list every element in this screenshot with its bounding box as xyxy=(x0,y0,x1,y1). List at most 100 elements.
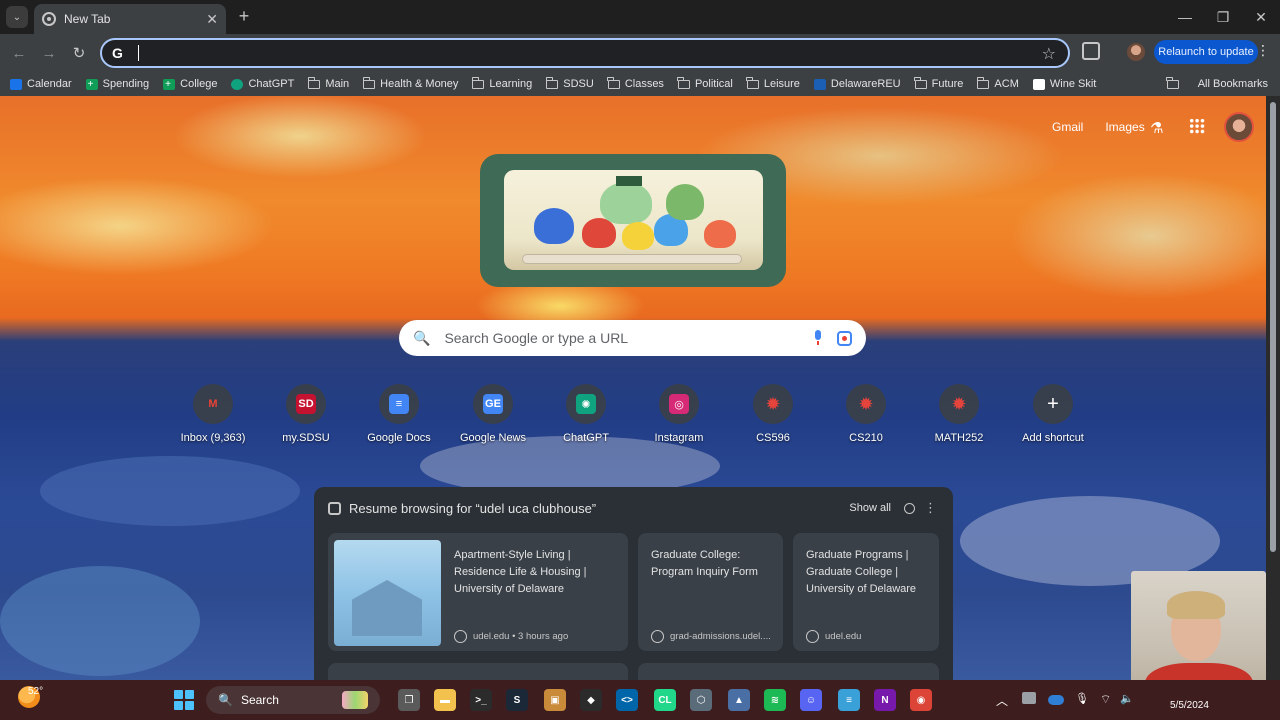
shortcut-label: Inbox (9,363) xyxy=(180,432,246,444)
resume-item[interactable]: Graduate Programs | Graduate College | U… xyxy=(793,533,939,651)
spotify-icon[interactable]: ≋ xyxy=(764,689,786,711)
close-window-button[interactable]: ✕ xyxy=(1242,0,1280,34)
bookmark-item[interactable]: College xyxy=(163,78,217,90)
profile-avatar-small[interactable] xyxy=(1127,43,1145,61)
chrome-menu-icon[interactable]: ⋮ xyxy=(1256,42,1270,59)
shortcut-label: CS210 xyxy=(849,432,883,444)
bookmark-item[interactable]: Spending xyxy=(85,78,150,90)
shortcut-tile[interactable]: ≡ Google Docs xyxy=(354,384,444,444)
text-cursor xyxy=(138,45,139,61)
bookmark-star-icon[interactable]: ☆ xyxy=(1042,44,1056,64)
tab-new-tab[interactable]: New Tab ✕ xyxy=(34,4,226,34)
tray-app-icon[interactable] xyxy=(1022,692,1036,704)
volume-icon[interactable]: 🔈 xyxy=(1120,692,1134,705)
task-view-icon[interactable]: ❐ xyxy=(398,689,420,711)
frog-illustration xyxy=(704,220,736,248)
diploma-scroll xyxy=(522,254,742,264)
tab-close-icon[interactable]: ✕ xyxy=(206,11,218,28)
shortcut-tile[interactable]: ✺ ChatGPT xyxy=(541,384,631,444)
shortcut-tile[interactable]: ✹ CS596 xyxy=(728,384,818,444)
more-options-icon[interactable]: ⋮ xyxy=(924,500,937,516)
clion-icon[interactable]: CL xyxy=(654,689,676,711)
voice-search-icon[interactable] xyxy=(813,330,823,346)
reload-button[interactable]: ↻ xyxy=(68,42,90,64)
forward-button[interactable]: → xyxy=(38,42,60,64)
ntp-search-box[interactable]: 🔍 Search Google or type a URL xyxy=(399,320,866,356)
canvas-icon: ✹ xyxy=(858,393,874,414)
onedrive-icon[interactable] xyxy=(1048,695,1064,705)
bookmark-item[interactable]: Leisure xyxy=(746,76,800,90)
page-scrollbar[interactable] xyxy=(1266,96,1280,680)
vscode-icon[interactable]: <> xyxy=(616,689,638,711)
address-bar[interactable]: G ☆ xyxy=(100,38,1070,68)
virtualbox-icon[interactable]: ⬡ xyxy=(690,689,712,711)
bookmark-item[interactable]: Political xyxy=(677,76,733,90)
discord-icon[interactable]: ☺ xyxy=(800,689,822,711)
bookmark-label: Spending xyxy=(102,78,150,90)
images-link[interactable]: Images xyxy=(1105,120,1144,134)
new-tab-button[interactable]: + xyxy=(234,6,254,26)
resume-item[interactable]: Graduate College: Program Inquiry Form g… xyxy=(638,533,783,651)
taskbar-date[interactable]: 5/5/2024 xyxy=(1170,700,1209,711)
photos-icon[interactable]: ▲ xyxy=(728,689,750,711)
wifi-icon[interactable]: ⌔ xyxy=(1100,692,1111,707)
gmail-link[interactable]: Gmail xyxy=(1052,120,1083,134)
windows-start-icon[interactable] xyxy=(174,690,194,710)
steam-icon[interactable]: S xyxy=(506,689,528,711)
search-highlight-icon xyxy=(342,691,368,709)
maximize-button[interactable]: ❐ xyxy=(1204,0,1242,34)
bookmark-item[interactable]: Main xyxy=(307,76,349,90)
bookmark-item[interactable]: SDSU xyxy=(545,76,594,90)
relaunch-to-update-button[interactable]: Relaunch to update xyxy=(1154,40,1258,64)
folder-icon xyxy=(746,76,759,89)
show-all-link[interactable]: Show all xyxy=(849,502,891,514)
onenote-icon[interactable]: N xyxy=(874,689,896,711)
bookmark-item[interactable]: Calendar xyxy=(10,78,72,90)
alienware-icon[interactable]: ◆ xyxy=(580,689,602,711)
account-avatar[interactable] xyxy=(1224,112,1254,142)
google-apps-icon[interactable] xyxy=(1189,118,1205,134)
journey-icon xyxy=(328,502,341,515)
back-button[interactable]: ← xyxy=(8,42,30,64)
bookmark-item[interactable]: Wine Skit xyxy=(1032,78,1097,90)
file-explorer-icon[interactable]: ▬ xyxy=(434,689,456,711)
bookmark-item[interactable]: Health & Money xyxy=(362,76,458,90)
shortcut-tile[interactable]: SD my.SDSU xyxy=(261,384,351,444)
show-hidden-icons-icon[interactable]: ︿ xyxy=(996,692,1008,709)
extensions-icon[interactable] xyxy=(1082,42,1100,60)
all-bookmarks-button[interactable]: All Bookmarks xyxy=(1166,76,1268,90)
google-doodle[interactable] xyxy=(504,170,763,270)
chrome-icon[interactable]: ◉ xyxy=(910,689,932,711)
bookmark-item[interactable]: DelawareREU xyxy=(813,78,901,90)
shortcut-tile[interactable]: ✹ MATH252 xyxy=(914,384,1004,444)
chatgpt-icon xyxy=(231,78,244,90)
bookmark-item[interactable]: ACM xyxy=(976,76,1019,90)
bookmark-item[interactable]: Classes xyxy=(607,76,664,90)
shortcut-tile[interactable]: GE Google News xyxy=(448,384,538,444)
minimize-button[interactable]: — xyxy=(1166,0,1204,34)
chrome-favicon-icon xyxy=(42,12,56,26)
labs-icon[interactable]: ⚗ xyxy=(1150,119,1163,137)
tab-title: New Tab xyxy=(64,12,111,26)
shortcut-tile[interactable]: ◎ Instagram xyxy=(634,384,724,444)
resume-item[interactable]: Apartment-Style Living | Residence Life … xyxy=(328,533,628,651)
google-lens-icon[interactable] xyxy=(837,330,852,346)
google-icon: G xyxy=(112,45,123,61)
taskbar-search[interactable]: 🔍 Search xyxy=(206,686,380,714)
tab-search-button[interactable]: ⌄ xyxy=(6,6,28,28)
info-icon[interactable] xyxy=(904,503,915,514)
shortcut-tile[interactable]: ✹ CS210 xyxy=(821,384,911,444)
bookmark-item[interactable]: ChatGPT xyxy=(231,78,294,90)
bookmark-item[interactable]: Learning xyxy=(471,76,532,90)
bookmark-item[interactable]: Future xyxy=(914,76,963,90)
package-icon[interactable]: ▣ xyxy=(544,689,566,711)
resume-title: Resume browsing for “udel uca clubhouse” xyxy=(349,501,597,516)
scrollbar-thumb[interactable] xyxy=(1270,102,1276,552)
bookmark-label: Wine Skit xyxy=(1049,78,1097,90)
notepad-icon[interactable]: ≡ xyxy=(838,689,860,711)
microphone-icon[interactable]: 🎙 xyxy=(1075,692,1089,705)
terminal-icon[interactable]: >_ xyxy=(470,689,492,711)
shortcut-tile[interactable]: M Inbox (9,363) xyxy=(168,384,258,444)
shortcut-tile[interactable]: + Add shortcut xyxy=(1008,384,1098,444)
all-bookmarks-label: All Bookmarks xyxy=(1197,78,1268,90)
